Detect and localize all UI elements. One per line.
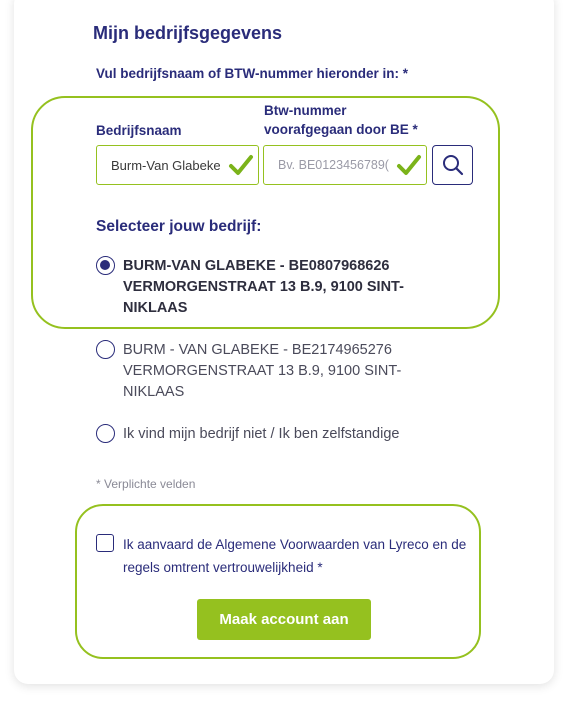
- vat-number-label: Btw-nummer voorafgegaan door BE *: [264, 103, 418, 137]
- radio-button-selected[interactable]: [96, 256, 115, 275]
- company-option-label: Ik vind mijn bedrijf niet / Ik ben zelfs…: [123, 426, 400, 442]
- company-option-label: BURM-VAN GLABEKE - BE0807968626 VERMORGE…: [123, 258, 404, 316]
- terms-text: Ik aanvaard de Algemene Voorwaarden van …: [123, 533, 473, 579]
- page-title: Mijn bedrijfsgegevens: [93, 23, 283, 43]
- company-name-value: Burm-Van Glabeke: [111, 157, 221, 173]
- privacy-rules-link[interactable]: regels omtrent vertrouwelijkheid: [123, 560, 314, 575]
- company-option[interactable]: BURM-VAN GLABEKE - BE0807968626 VERMORGE…: [96, 256, 453, 319]
- create-account-button[interactable]: Maak account aan: [197, 599, 371, 640]
- terms-checkbox[interactable]: [96, 534, 114, 552]
- terms-suffix: *: [313, 560, 323, 575]
- terms-conditions-link[interactable]: Algemene Voorwaarden: [215, 537, 359, 552]
- instruction-text: Vul bedrijfsnaam of BTW-nummer hieronder…: [96, 66, 409, 81]
- required-fields-note: * Verplichte velden: [96, 477, 196, 491]
- company-name-field[interactable]: Burm-Van Glabeke: [96, 145, 259, 185]
- vat-number-field[interactable]: Bv. BE0123456789(: [263, 145, 427, 185]
- company-name-label: Bedrijfsnaam: [96, 123, 182, 138]
- search-button[interactable]: [432, 145, 473, 185]
- terms-middle: van Lyreco en de: [359, 537, 467, 552]
- company-option-label: BURM - VAN GLABEKE - BE2174965276 VERMOR…: [123, 342, 402, 400]
- select-company-heading: Selecteer jouw bedrijf:: [96, 218, 262, 235]
- checkmark-icon: [229, 155, 253, 175]
- terms-prefix: Ik aanvaard de: [123, 537, 216, 552]
- checkmark-icon: [397, 155, 421, 175]
- terms-consent: Ik aanvaard de Algemene Voorwaarden van …: [96, 533, 473, 579]
- search-icon: [442, 155, 463, 176]
- company-not-found-option[interactable]: Ik vind mijn bedrijf niet / Ik ben zelfs…: [96, 424, 523, 445]
- radio-button[interactable]: [96, 340, 115, 359]
- vat-number-placeholder: Bv. BE0123456789(: [278, 158, 389, 172]
- radio-button[interactable]: [96, 424, 115, 443]
- company-option[interactable]: BURM - VAN GLABEKE - BE2174965276 VERMOR…: [96, 340, 453, 403]
